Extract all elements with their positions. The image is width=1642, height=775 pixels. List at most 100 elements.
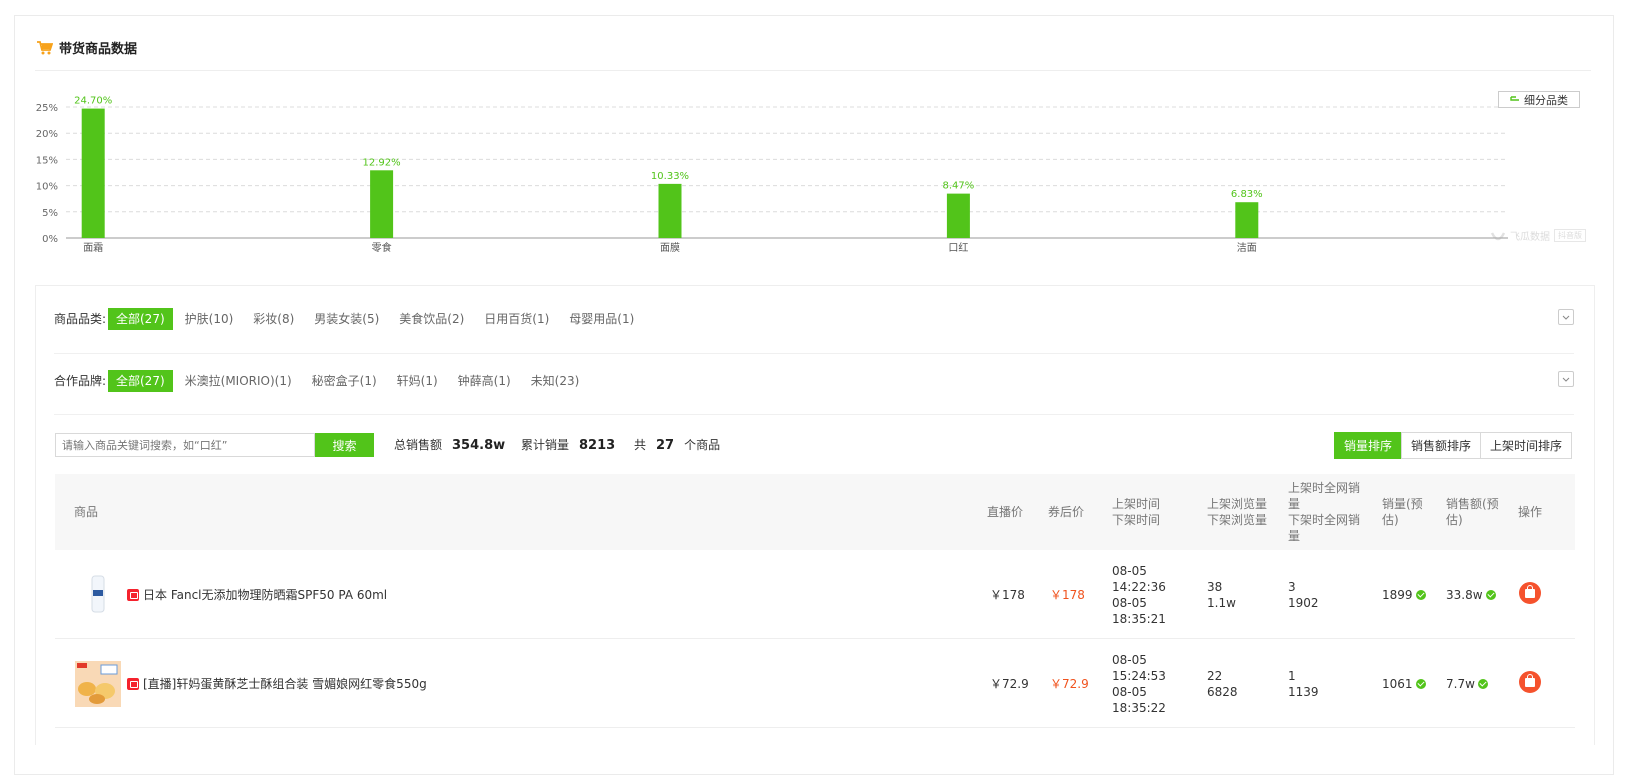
header-net-off-2: 量 — [1288, 529, 1301, 543]
volume: 1899 — [1382, 587, 1426, 603]
off-time: 18:35:22 — [1112, 701, 1166, 715]
category-option-all[interactable]: 全部(27) — [108, 308, 173, 330]
category-bar-chart: 0% 5% 10% 15% 20% 25% 24.70% 面霜 12.92% 零食 10.33% 面膜… — [36, 96, 1508, 254]
coupon-price: ￥178 — [1050, 588, 1085, 602]
y-tick-label: 0% — [42, 234, 58, 245]
views: 38 1.1w — [1207, 579, 1236, 611]
header-views-on: 上架浏览量 — [1207, 497, 1268, 511]
verified-check-icon — [1415, 590, 1426, 600]
total-volume-label: 累计销量 — [521, 438, 570, 452]
x-tick-label: 零食 — [372, 241, 392, 254]
net-on: 1 — [1288, 669, 1296, 683]
bar — [370, 170, 394, 238]
header-on-time: 上架时间 — [1112, 497, 1161, 511]
y-tick-label: 20% — [36, 129, 58, 140]
product-thumbnail[interactable] — [75, 661, 121, 707]
amount: 7.7w — [1446, 676, 1488, 692]
data-label: 8.47% — [943, 181, 975, 192]
live-tag-icon — [127, 678, 139, 690]
goods-filter-panel: 商品品类: 全部(27) 护肤(10) 彩妆(8) 男装女装(5) 美食饮品(2… — [35, 285, 1595, 745]
data-label: 6.83% — [1231, 189, 1263, 200]
search-input[interactable] — [55, 433, 315, 457]
brand-option-secret-box[interactable]: 秘密盒子(1) — [304, 370, 385, 392]
header-live-price: 直播价 — [987, 505, 1024, 519]
sub-category-label: 细分品类 — [1524, 93, 1568, 107]
total-sales-value: 354.8w — [452, 438, 506, 453]
header-amount-1: 销售额(预 — [1446, 497, 1499, 511]
cart-icon — [37, 40, 53, 54]
bar — [658, 183, 682, 238]
header-volume-1: 销量(预 — [1382, 497, 1423, 511]
sub-category-button[interactable]: 细分品类 — [1498, 91, 1580, 108]
header-action: 操作 — [1518, 505, 1543, 519]
on-date: 08-05 — [1112, 564, 1147, 578]
category-option-food[interactable]: 美食饮品(2) — [391, 308, 472, 330]
category-option-baby[interactable]: 母婴用品(1) — [561, 308, 642, 330]
goods-table: 商品 直播价 券后价 上架时间 下架时间 上架浏览量 下架浏览量 上架时全网销 … — [55, 474, 1575, 728]
header-product: 商品 — [74, 505, 99, 519]
header-views-off: 下架浏览量 — [1207, 513, 1268, 527]
net-sales: 1 1139 — [1288, 668, 1319, 700]
category-option-skincare[interactable]: 护肤(10) — [177, 308, 242, 330]
category-option-apparel[interactable]: 男装女装(5) — [306, 308, 387, 330]
y-tick-label: 5% — [42, 208, 58, 219]
verified-check-icon — [1415, 679, 1426, 689]
product-count-stat: 共 27 个商品 — [634, 436, 720, 453]
category-option-daily[interactable]: 日用百货(1) — [476, 308, 557, 330]
verified-check-icon — [1485, 590, 1496, 600]
header-off-time: 下架时间 — [1112, 513, 1161, 527]
on-time: 14:22:36 — [1112, 580, 1166, 594]
header-listing-time: 上架时间 下架时间 — [1112, 496, 1160, 528]
brand-option-all[interactable]: 全部(27) — [108, 370, 173, 392]
volume-value: 1061 — [1382, 677, 1413, 691]
brand-expand-button[interactable] — [1558, 371, 1574, 387]
header-net-sales: 上架时全网销 量 下架时全网销 量 — [1288, 480, 1360, 544]
sort-by-sales-button[interactable]: 销售额排序 — [1401, 432, 1482, 459]
sort-button-group: 销量排序 销售额排序 上架时间排序 — [1334, 432, 1573, 459]
net-off: 1139 — [1288, 685, 1319, 699]
total-volume-value: 8213 — [579, 438, 616, 453]
listing-times: 08-05 14:22:36 08-05 18:35:21 — [1112, 563, 1166, 627]
views-off: 6828 — [1207, 685, 1238, 699]
table-header: 商品 直播价 券后价 上架时间 下架时间 上架浏览量 下架浏览量 上架时全网销 … — [55, 474, 1575, 550]
watermark-badge: 抖音版 — [1554, 229, 1586, 242]
watermark-icon — [1490, 231, 1506, 240]
chevron-down-icon — [1562, 377, 1570, 382]
x-tick-label: 面膜 — [660, 242, 680, 254]
header-volume: 销量(预 估) — [1382, 496, 1423, 528]
shop-bag-button[interactable] — [1519, 582, 1541, 604]
brand-option-xuanma[interactable]: 轩妈(1) — [389, 370, 446, 392]
shopping-bag-icon — [1525, 673, 1535, 687]
y-tick-label: 15% — [36, 155, 58, 166]
net-off: 1902 — [1288, 596, 1319, 610]
product-name[interactable]: 日本 Fancl无添加物理防晒霜SPF50 PA 60ml — [127, 587, 387, 603]
brand-option-miorio[interactable]: 米澳拉(MIORIO)(1) — [177, 370, 300, 392]
total-sales-label: 总销售额 — [394, 438, 443, 452]
shopping-bag-icon — [1525, 584, 1535, 598]
brand-option-unknown[interactable]: 未知(23) — [523, 370, 588, 392]
product-name[interactable]: [直播]轩妈蛋黄酥芝士酥组合装 雪媚娘网红零食550g — [127, 676, 427, 692]
amount-value: 33.8w — [1446, 588, 1483, 602]
shop-bag-button[interactable] — [1519, 671, 1541, 693]
product-count-value: 27 — [656, 438, 675, 453]
coupon-price: ￥72.9 — [1050, 677, 1089, 691]
category-expand-button[interactable] — [1558, 309, 1574, 325]
search-button[interactable]: 搜索 — [315, 433, 374, 457]
sort-by-volume-button[interactable]: 销量排序 — [1334, 432, 1403, 459]
section-header: 带货商品数据 — [37, 38, 137, 57]
x-tick-label: 口红 — [948, 241, 968, 254]
filter-divider — [54, 353, 1574, 354]
category-option-makeup[interactable]: 彩妆(8) — [245, 308, 302, 330]
table-row[interactable]: [直播]轩妈蛋黄酥芝士酥组合装 雪媚娘网红零食550g ￥72.9 ￥72.9 … — [55, 639, 1575, 728]
table-row[interactable]: 日本 Fancl无添加物理防晒霜SPF50 PA 60ml ￥178 ￥178 … — [55, 550, 1575, 639]
product-thumbnail[interactable] — [75, 572, 121, 618]
brand-option-zhongxuegao[interactable]: 钟薛高(1) — [450, 370, 519, 392]
bar — [946, 193, 970, 238]
off-date: 08-05 — [1112, 685, 1147, 699]
sort-by-time-button[interactable]: 上架时间排序 — [1480, 432, 1573, 459]
volume-value: 1899 — [1382, 588, 1413, 602]
y-tick-label: 10% — [36, 182, 58, 193]
live-price: ￥72.9 — [990, 677, 1029, 691]
brand-filter-row: 合作品牌: 全部(27) 米澳拉(MIORIO)(1) 秘密盒子(1) 轩妈(1… — [54, 370, 591, 392]
sub-category-icon — [1510, 95, 1519, 101]
